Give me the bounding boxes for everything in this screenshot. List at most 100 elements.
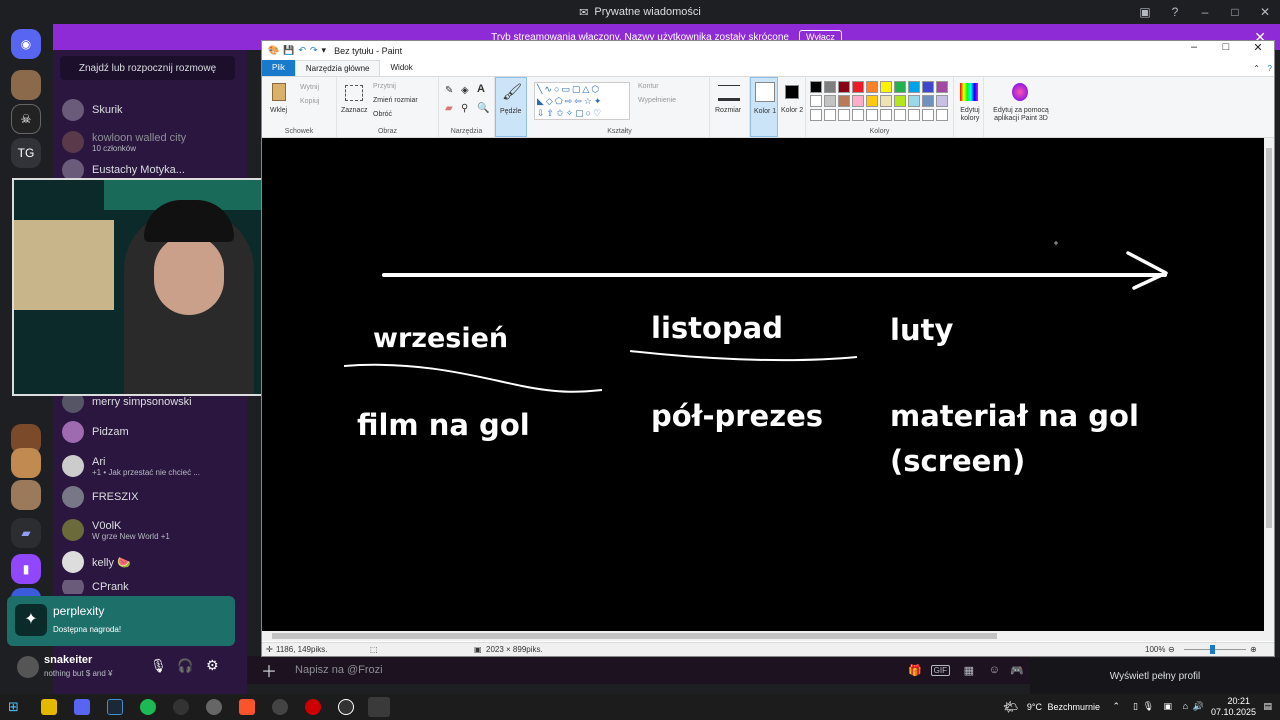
tray-app-icon[interactable]: ▣: [1163, 701, 1172, 712]
notifications-icon[interactable]: ▤: [1263, 701, 1272, 712]
maximize-button[interactable]: □: [1210, 41, 1242, 54]
brushes-button[interactable]: 🖌 Pędzle: [495, 77, 527, 137]
clock-date[interactable]: 07.10.2025: [1211, 707, 1256, 717]
file-explorer-icon[interactable]: [41, 699, 57, 715]
user-avatar[interactable]: [17, 656, 39, 678]
close-button[interactable]: ✕: [1242, 41, 1274, 54]
zoom-out-button[interactable]: ⊖: [1168, 645, 1175, 654]
emoji-icon[interactable]: ☺: [989, 664, 1000, 676]
server-icon[interactable]: [11, 480, 41, 510]
minimize-button[interactable]: –: [1190, 5, 1220, 19]
edit-colors-button[interactable]: Edytuj kolory: [954, 77, 984, 137]
view-full-profile-button[interactable]: Wyświetl pełny profil: [1030, 658, 1280, 694]
microphone-icon[interactable]: 🎙: [1143, 701, 1154, 712]
redo-icon[interactable]: ↷: [310, 45, 318, 56]
skull-server-icon[interactable]: ☠: [11, 104, 41, 134]
network-icon[interactable]: ⌂: [1183, 701, 1188, 711]
undo-icon[interactable]: ↶: [298, 45, 306, 56]
scrollbar-thumb[interactable]: [1266, 148, 1272, 528]
tray-app-icon[interactable]: ▯: [1133, 701, 1138, 712]
dm-item[interactable]: Skurik: [62, 96, 123, 124]
add-attachment-icon[interactable]: ＋: [261, 658, 277, 682]
palette-swatch[interactable]: [824, 109, 836, 121]
tab-view[interactable]: Widok: [380, 60, 422, 76]
crop-button[interactable]: Przytnij: [373, 83, 396, 90]
help-icon[interactable]: ?: [1268, 64, 1272, 73]
palette-swatch[interactable]: [852, 95, 864, 107]
collapse-ribbon-icon[interactable]: ⌃: [1253, 64, 1260, 73]
sticker-icon[interactable]: ▦: [964, 664, 974, 677]
palette-swatch[interactable]: [880, 109, 892, 121]
media-player-icon[interactable]: [338, 699, 354, 715]
eraser-icon[interactable]: ▰: [445, 103, 453, 114]
palette-swatch[interactable]: [838, 109, 850, 121]
size-button[interactable]: Rozmiar: [710, 77, 750, 137]
shapes-gallery[interactable]: ╲∿○▭▢△⬡ ◣◇⬠⇨⇦☆✦ ⇩⇧✩✧▢○♡: [534, 82, 630, 120]
server-tg[interactable]: TG: [11, 138, 41, 168]
tab-home[interactable]: Narzędzia główne: [294, 60, 381, 76]
settings-icon[interactable]: ⚙: [206, 657, 219, 674]
qat-dropdown-icon[interactable]: ▾: [322, 45, 327, 56]
palette-swatch[interactable]: [852, 81, 864, 93]
palette-swatch[interactable]: [880, 95, 892, 107]
dm-item[interactable]: kelly 🍉: [62, 548, 131, 576]
palette-swatch[interactable]: [824, 81, 836, 93]
palette-swatch[interactable]: [908, 81, 920, 93]
drawing-canvas[interactable]: wrzesień listopad luty film na gol pół-p…: [262, 138, 1274, 631]
palette-swatch[interactable]: [894, 81, 906, 93]
gift-icon[interactable]: 🎁: [908, 664, 922, 677]
palette-swatch[interactable]: [838, 81, 850, 93]
activities-icon[interactable]: 🎮: [1010, 664, 1024, 677]
pencil-icon[interactable]: ✎: [445, 85, 453, 96]
dm-item[interactable]: Ari +1 • Jak przestać nie chcieć ...: [62, 452, 200, 480]
dm-item[interactable]: Pidzam: [62, 418, 129, 446]
fill-button[interactable]: Wypełnienie: [638, 97, 676, 104]
zoom-slider[interactable]: [1184, 649, 1246, 650]
palette-swatch[interactable]: [852, 109, 864, 121]
dm-item[interactable]: CPrank: [62, 580, 129, 594]
paint3d-button[interactable]: Edytuj za pomocą aplikacji Paint 3D: [984, 77, 1056, 137]
palette-swatch[interactable]: [824, 95, 836, 107]
zoom-slider-thumb[interactable]: [1210, 645, 1215, 654]
app-icon[interactable]: [272, 699, 288, 715]
volume-icon[interactable]: 🔊: [1193, 701, 1204, 712]
resize-button[interactable]: Zmień rozmiar: [373, 97, 418, 104]
twitch-icon[interactable]: ▮: [11, 554, 41, 584]
palette-swatch[interactable]: [922, 109, 934, 121]
rotate-button[interactable]: Obróć: [373, 111, 392, 118]
message-input[interactable]: Napisz na @Frozi: [295, 664, 383, 676]
minimize-button[interactable]: –: [1178, 41, 1210, 54]
tab-file[interactable]: Plik: [262, 60, 295, 76]
palette-swatch[interactable]: [866, 109, 878, 121]
server-icon[interactable]: [11, 70, 41, 100]
palette-swatch[interactable]: [866, 81, 878, 93]
vertical-scrollbar[interactable]: [1264, 138, 1274, 631]
gif-icon[interactable]: GIF: [930, 664, 950, 676]
palette-swatch[interactable]: [866, 95, 878, 107]
app-icon[interactable]: [305, 699, 321, 715]
maximize-button[interactable]: □: [1220, 5, 1250, 19]
palette-swatch[interactable]: [922, 81, 934, 93]
palette-swatch[interactable]: [810, 81, 822, 93]
inbox-icon[interactable]: ▣: [1130, 5, 1160, 19]
paste-button[interactable]: Wklej: [270, 107, 287, 114]
weather-icon[interactable]: 🌤: [1003, 700, 1018, 714]
palette-swatch[interactable]: [936, 81, 948, 93]
headphones-icon[interactable]: 🎧: [177, 658, 193, 674]
steam-icon[interactable]: [107, 699, 123, 715]
palette-swatch[interactable]: [838, 95, 850, 107]
dm-item[interactable]: kowloon walled city 10 członków: [62, 128, 186, 156]
paste-icon[interactable]: [272, 83, 286, 101]
promo-card[interactable]: ✦ perplexity Dostępna nagroda!: [7, 596, 235, 646]
folder-icon[interactable]: ▰: [11, 518, 41, 548]
obs-icon[interactable]: [173, 699, 189, 715]
close-button[interactable]: ✕: [1250, 5, 1280, 19]
horizontal-scrollbar[interactable]: [262, 631, 1274, 641]
zoom-in-button[interactable]: ⊕: [1250, 645, 1257, 654]
discord-home-icon[interactable]: ◉: [11, 29, 41, 59]
palette-swatch[interactable]: [922, 95, 934, 107]
search-input[interactable]: Znajdź lub rozpocznij rozmowę: [60, 56, 235, 80]
color2-button[interactable]: Kolor 2: [778, 77, 806, 137]
paint-taskbar-icon[interactable]: [368, 697, 390, 717]
spotify-icon[interactable]: [140, 699, 156, 715]
